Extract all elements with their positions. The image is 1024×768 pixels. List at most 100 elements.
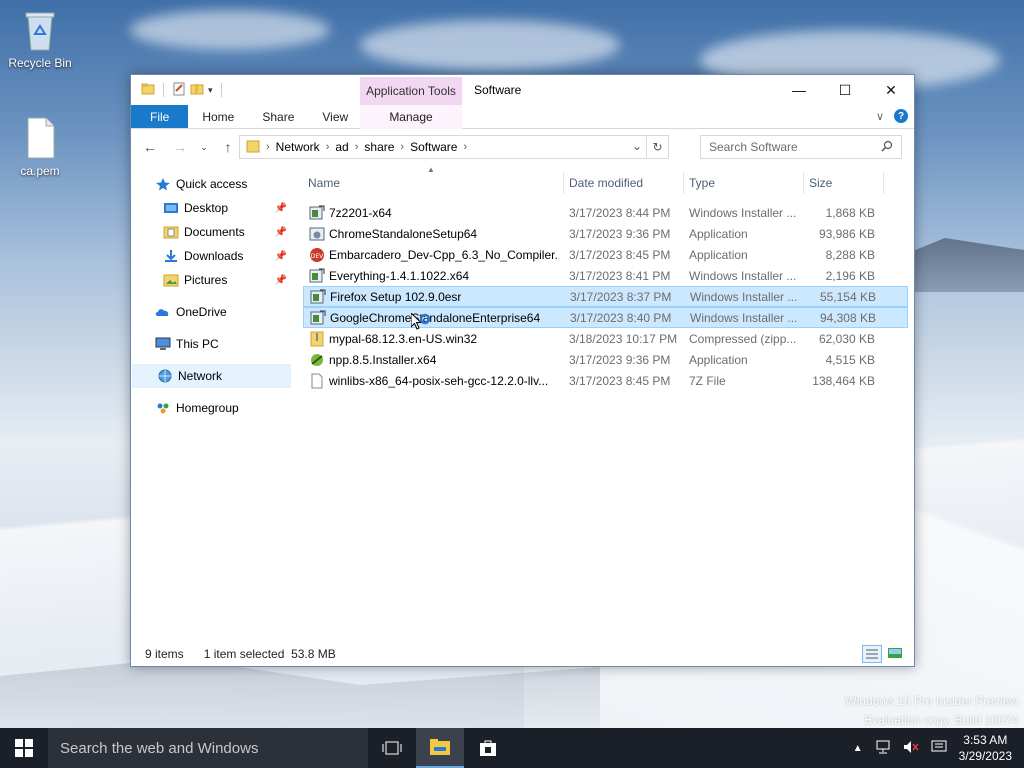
back-button[interactable]: ← [137, 136, 163, 158]
file-size: 94,308 KB [819, 310, 876, 325]
search-box[interactable]: Search Software [700, 135, 902, 159]
zip-icon [309, 331, 325, 347]
desktop-icon-recycle-bin[interactable]: Recycle Bin [2, 8, 78, 70]
documents-icon [163, 225, 179, 239]
network-status-icon[interactable] [875, 740, 891, 757]
breadcrumb-network[interactable]: Network [276, 140, 320, 154]
column-header-type[interactable]: Type [689, 176, 715, 190]
close-button[interactable]: ✕ [868, 75, 914, 105]
customize-qat-icon[interactable]: ▾ [208, 85, 213, 96]
file-list: ▲ Name Date modified Type Size 7z2201-x6… [303, 165, 908, 391]
file-row[interactable]: 7z2201-x64 3/17/2023 8:44 PM Windows Insta… [303, 202, 908, 223]
nav-downloads[interactable]: Downloads 📌 [131, 244, 291, 268]
nav-pictures[interactable]: Pictures 📌 [131, 268, 291, 292]
nav-label: This PC [176, 337, 219, 351]
context-tab-application-tools: Application Tools [360, 77, 462, 105]
taskbar-file-explorer[interactable] [416, 728, 464, 768]
column-header-name[interactable]: Name [308, 176, 340, 190]
sort-ascending-icon: ▲ [427, 165, 435, 174]
breadcrumb-separator[interactable]: › [463, 141, 467, 153]
details-view-button[interactable] [862, 645, 882, 663]
expand-ribbon-icon[interactable]: ∨ [876, 110, 884, 123]
clock-date: 3/29/2023 [958, 749, 1012, 763]
search-icon [881, 140, 893, 155]
desktop-icon-ca-pem[interactable]: ca.pem [2, 116, 78, 178]
file-icon [20, 116, 60, 160]
address-bar[interactable]: › Network › ad › share › Software › ⌄ ↻ [239, 135, 669, 159]
task-view-button[interactable] [368, 728, 416, 768]
file-type: Application [689, 247, 748, 262]
file-date-modified: 3/17/2023 8:44 PM [569, 205, 671, 220]
title-bar[interactable]: ▾ Application Tools Software — ☐ ✕ [131, 75, 914, 105]
minimize-button[interactable]: — [776, 75, 822, 105]
nav-label: Desktop [184, 201, 229, 215]
file-type: Windows Installer ... [689, 268, 797, 283]
address-dropdown-icon[interactable]: ⌄ [632, 139, 642, 153]
tab-home[interactable]: Home [188, 105, 248, 128]
file-row[interactable]: npp.8.5.Installer.x64 3/17/2023 9:36 PM Ap… [303, 349, 908, 370]
new-folder-icon[interactable] [190, 82, 204, 99]
file-name: Embarcadero_Dev-Cpp_6.3_No_Compiler... [329, 247, 559, 262]
file-name: mypal-68.12.3.en-US.win32 [329, 331, 478, 346]
nav-onedrive[interactable]: OneDrive [131, 300, 291, 324]
nav-label: Pictures [184, 273, 228, 287]
file-date-modified: 3/17/2023 8:45 PM [569, 373, 671, 388]
taskbar-search[interactable]: Search the web and Windows [48, 728, 368, 768]
breadcrumb-ad[interactable]: ad [335, 140, 348, 154]
nav-this-pc[interactable]: This PC [131, 332, 291, 356]
help-icon[interactable]: ? [894, 109, 908, 123]
taskbar-store[interactable] [464, 728, 512, 768]
breadcrumb-separator[interactable]: › [266, 141, 270, 153]
start-button[interactable] [0, 728, 48, 768]
nav-desktop[interactable]: Desktop 📌 [131, 196, 291, 220]
file-type: Windows Installer ... [690, 310, 798, 325]
pin-icon: 📌 [274, 274, 287, 286]
msi-icon [309, 205, 325, 221]
explorer-window: ▾ Application Tools Software — ☐ ✕ File … [130, 74, 915, 667]
file-row[interactable]: winlibs-x86_64-posix-seh-gcc-12.2.0-llv.… [303, 370, 908, 391]
breadcrumb-software[interactable]: Software [410, 140, 457, 154]
nav-documents[interactable]: Documents 📌 [131, 220, 291, 244]
file-row[interactable]: mypal-68.12.3.en-US.win32 3/18/2023 10:17… [303, 328, 908, 349]
nav-homegroup[interactable]: Homegroup [131, 396, 291, 420]
watermark-line1: Windows 10 Pro Insider Preview [845, 694, 1018, 708]
nav-network[interactable]: Network [132, 364, 291, 388]
recent-locations-button[interactable]: ⌄ [197, 136, 211, 158]
breadcrumb-separator[interactable]: › [400, 141, 404, 153]
refresh-icon[interactable]: ↻ [646, 136, 668, 158]
large-icons-view-button[interactable] [886, 645, 906, 663]
taskbar: Search the web and Windows ▲ 3:53 AM 3/2… [0, 728, 1024, 768]
column-header-size[interactable]: Size [809, 176, 832, 190]
file-row[interactable]: DEV Embarcadero_Dev-Cpp_6.3_No_Compiler..… [303, 244, 908, 265]
system-tray: ▲ 3:53 AM 3/29/2023 [853, 728, 1024, 768]
volume-muted-icon[interactable] [903, 740, 919, 757]
action-center-icon[interactable] [931, 740, 947, 757]
file-row[interactable]: GoogleChromeStandaloneEnterprise64 3/17/2… [303, 307, 908, 328]
up-button[interactable]: ↑ [215, 136, 241, 158]
breadcrumb-separator[interactable]: › [326, 141, 330, 153]
status-bar: 9 items 1 item selected 53.8 MB [131, 642, 914, 666]
file-row[interactable]: Everything-1.4.1.1022.x64 3/17/2023 8:41 … [303, 265, 908, 286]
tab-share[interactable]: Share [248, 105, 308, 128]
show-hidden-icons-icon[interactable]: ▲ [853, 743, 863, 754]
file-row[interactable]: ChromeStandaloneSetup64 3/17/2023 9:36 PM… [303, 223, 908, 244]
tab-file[interactable]: File [131, 105, 189, 128]
column-header-date[interactable]: Date modified [569, 176, 643, 190]
downloads-icon [163, 249, 179, 263]
breadcrumb-separator[interactable]: › [355, 141, 359, 153]
maximize-button[interactable]: ☐ [822, 75, 868, 105]
caption-buttons: — ☐ ✕ [776, 75, 914, 105]
tab-manage[interactable]: Manage [360, 105, 462, 129]
file-size: 62,030 KB [818, 331, 875, 346]
devcpp-icon: DEV [309, 247, 325, 263]
tab-view[interactable]: View [308, 105, 362, 128]
forward-button[interactable]: → [167, 136, 193, 158]
breadcrumb-share[interactable]: share [364, 140, 394, 154]
file-row[interactable]: Firefox Setup 102.9.0esr 3/17/2023 8:37 P… [303, 286, 908, 307]
file-type: 7Z File [689, 373, 726, 388]
file-type: Application [689, 226, 748, 241]
properties-icon[interactable] [172, 82, 186, 99]
pin-icon: 📌 [274, 250, 287, 262]
clock[interactable]: 3:53 AM 3/29/2023 [959, 732, 1012, 764]
nav-quick-access[interactable]: Quick access [131, 172, 291, 196]
